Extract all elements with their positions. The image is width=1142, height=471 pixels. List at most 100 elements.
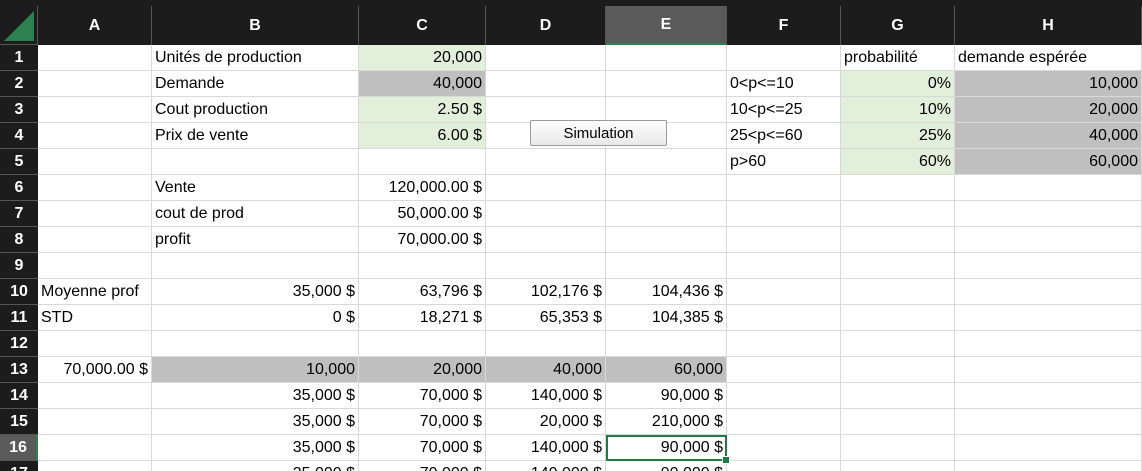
cell-d14[interactable]: 140,000 $ [486, 383, 606, 409]
cell-g15[interactable] [841, 409, 955, 435]
cell-d15[interactable]: 20,000 $ [486, 409, 606, 435]
cell-d1[interactable] [486, 45, 606, 71]
row-header-1[interactable]: 1 [0, 45, 38, 71]
cell-b6[interactable]: Vente [152, 175, 359, 201]
cell-g13[interactable] [841, 357, 955, 383]
cell-d9[interactable] [486, 253, 606, 279]
row-header-10[interactable]: 10 [0, 279, 38, 305]
cell-c16[interactable]: 70,000 $ [359, 435, 486, 461]
cell-g5[interactable]: 60% [841, 149, 955, 175]
cell-c15[interactable]: 70,000 $ [359, 409, 486, 435]
column-header-f[interactable]: F [727, 6, 841, 45]
cell-h17[interactable] [955, 461, 1142, 471]
cell-f6[interactable] [727, 175, 841, 201]
cell-f5[interactable]: p>60 [727, 149, 841, 175]
cell-h9[interactable] [955, 253, 1142, 279]
cell-g3[interactable]: 10% [841, 97, 955, 123]
cell-a15[interactable] [38, 409, 152, 435]
cell-b11[interactable]: 0 $ [152, 305, 359, 331]
column-header-e[interactable]: E [606, 6, 727, 45]
cell-g7[interactable] [841, 201, 955, 227]
cell-a4[interactable] [38, 123, 152, 149]
cell-h1[interactable]: demande espérée [955, 45, 1142, 71]
cell-f8[interactable] [727, 227, 841, 253]
row-header-2[interactable]: 2 [0, 71, 38, 97]
cell-c17[interactable]: 70,000 $ [359, 461, 486, 471]
cell-c1[interactable]: 20,000 [359, 45, 486, 71]
cell-h12[interactable] [955, 331, 1142, 357]
cell-c9[interactable] [359, 253, 486, 279]
cell-g6[interactable] [841, 175, 955, 201]
cell-a16[interactable] [38, 435, 152, 461]
cell-a17[interactable] [38, 461, 152, 471]
cell-g8[interactable] [841, 227, 955, 253]
cell-c12[interactable] [359, 331, 486, 357]
cell-a10[interactable]: Moyenne prof [38, 279, 152, 305]
row-header-11[interactable]: 11 [0, 305, 38, 331]
cell-d17[interactable]: 140,000 $ [486, 461, 606, 471]
cell-h4[interactable]: 40,000 [955, 123, 1142, 149]
cell-e12[interactable] [606, 331, 727, 357]
row-header-8[interactable]: 8 [0, 227, 38, 253]
cell-d11[interactable]: 65,353 $ [486, 305, 606, 331]
row-header-16[interactable]: 16 [0, 435, 38, 461]
column-header-a[interactable]: A [38, 6, 152, 45]
cell-f14[interactable] [727, 383, 841, 409]
cell-g1[interactable]: probabilité [841, 45, 955, 71]
cell-f13[interactable] [727, 357, 841, 383]
cell-c2[interactable]: 40,000 [359, 71, 486, 97]
cell-d5[interactable] [486, 149, 606, 175]
cell-c7[interactable]: 50,000.00 $ [359, 201, 486, 227]
cell-b9[interactable] [152, 253, 359, 279]
cell-d16[interactable]: 140,000 $ [486, 435, 606, 461]
cell-f16[interactable] [727, 435, 841, 461]
cell-e8[interactable] [606, 227, 727, 253]
cell-f3[interactable]: 10<p<=25 [727, 97, 841, 123]
cell-f7[interactable] [727, 201, 841, 227]
cell-a1[interactable] [38, 45, 152, 71]
cell-h16[interactable] [955, 435, 1142, 461]
simulation-button[interactable]: Simulation [530, 120, 667, 146]
cell-h7[interactable] [955, 201, 1142, 227]
column-header-d[interactable]: D [486, 6, 606, 45]
row-header-5[interactable]: 5 [0, 149, 38, 175]
cell-a2[interactable] [38, 71, 152, 97]
row-header-15[interactable]: 15 [0, 409, 38, 435]
cell-c8[interactable]: 70,000.00 $ [359, 227, 486, 253]
cell-b8[interactable]: profit [152, 227, 359, 253]
cell-h8[interactable] [955, 227, 1142, 253]
cell-d13[interactable]: 40,000 [486, 357, 606, 383]
cell-e13[interactable]: 60,000 [606, 357, 727, 383]
cell-g14[interactable] [841, 383, 955, 409]
cell-f2[interactable]: 0<p<=10 [727, 71, 841, 97]
row-header-14[interactable]: 14 [0, 383, 38, 409]
row-header-17[interactable]: 17 [0, 461, 38, 471]
cell-e10[interactable]: 104,436 $ [606, 279, 727, 305]
cell-d2[interactable] [486, 71, 606, 97]
cell-f4[interactable]: 25<p<=60 [727, 123, 841, 149]
cell-a7[interactable] [38, 201, 152, 227]
row-header-6[interactable]: 6 [0, 175, 38, 201]
cell-g4[interactable]: 25% [841, 123, 955, 149]
cell-f15[interactable] [727, 409, 841, 435]
row-header-9[interactable]: 9 [0, 253, 38, 279]
cell-c11[interactable]: 18,271 $ [359, 305, 486, 331]
cell-c10[interactable]: 63,796 $ [359, 279, 486, 305]
cell-b17[interactable]: 35,000 $ [152, 461, 359, 471]
cell-e14[interactable]: 90,000 $ [606, 383, 727, 409]
cell-b15[interactable]: 35,000 $ [152, 409, 359, 435]
cell-b12[interactable] [152, 331, 359, 357]
column-header-g[interactable]: G [841, 6, 955, 45]
cell-b4[interactable]: Prix de vente [152, 123, 359, 149]
cell-e2[interactable] [606, 71, 727, 97]
select-all-corner[interactable] [0, 6, 38, 45]
cell-f10[interactable] [727, 279, 841, 305]
cell-c14[interactable]: 70,000 $ [359, 383, 486, 409]
cell-f9[interactable] [727, 253, 841, 279]
cell-e15[interactable]: 210,000 $ [606, 409, 727, 435]
cell-b16[interactable]: 35,000 $ [152, 435, 359, 461]
cell-a12[interactable] [38, 331, 152, 357]
cell-b2[interactable]: Demande [152, 71, 359, 97]
cell-d8[interactable] [486, 227, 606, 253]
cell-h6[interactable] [955, 175, 1142, 201]
